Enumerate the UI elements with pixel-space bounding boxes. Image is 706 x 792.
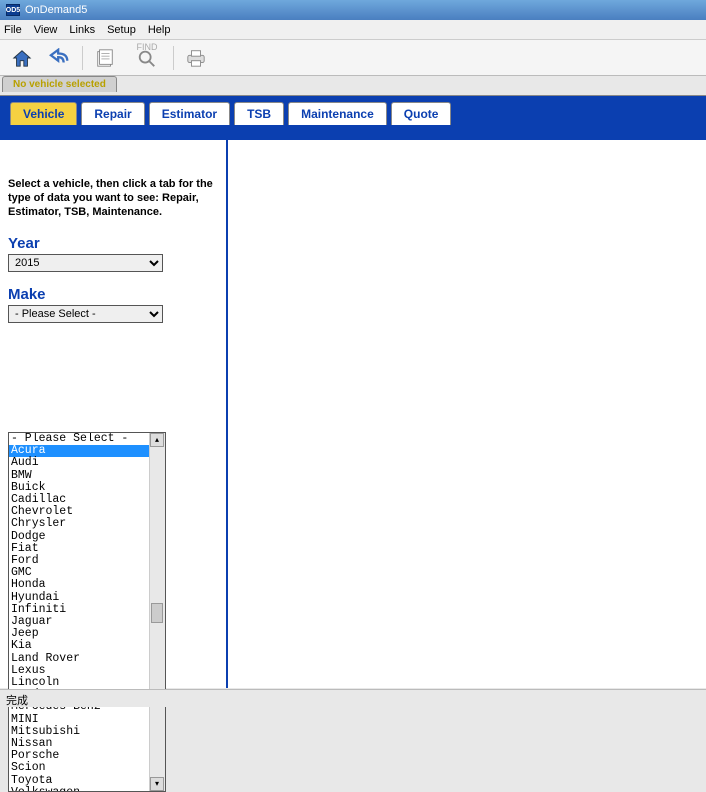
tab-bar: Vehicle Repair Estimator TSB Maintenance… [0, 96, 706, 130]
tab-vehicle[interactable]: Vehicle [10, 102, 77, 125]
menu-setup[interactable]: Setup [107, 24, 136, 36]
tab-estimator[interactable]: Estimator [149, 102, 230, 125]
scroll-down-button[interactable]: ▾ [150, 777, 164, 791]
notes-icon [94, 48, 116, 68]
back-button[interactable] [44, 44, 76, 72]
make-label: Make [8, 286, 218, 303]
menu-file[interactable]: File [4, 24, 22, 36]
status-text: 完成 [6, 695, 28, 707]
title-bar: OD5 OnDemand5 [0, 0, 706, 20]
list-item[interactable]: Porsche [9, 750, 149, 762]
scroll-thumb[interactable] [151, 603, 163, 623]
tab-maintenance[interactable]: Maintenance [288, 102, 387, 125]
year-select[interactable]: 2015 [8, 254, 163, 272]
notes-button[interactable] [89, 44, 121, 72]
toolbar-divider [173, 46, 174, 70]
make-select[interactable]: - Please Select - [8, 305, 163, 323]
list-item[interactable]: MINI [9, 714, 149, 726]
list-item[interactable]: Audi [9, 457, 149, 469]
tab-quote[interactable]: Quote [391, 102, 452, 125]
vehicle-selector-pane: Select a vehicle, then click a tab for t… [0, 140, 228, 688]
list-item[interactable]: Mitsubishi [9, 726, 149, 738]
menu-links[interactable]: Links [69, 24, 95, 36]
scrollbar[interactable]: ▴ ▾ [149, 433, 165, 791]
menu-bar: File View Links Setup Help [0, 20, 706, 40]
list-item[interactable]: Nissan [9, 738, 149, 750]
home-icon [11, 48, 33, 68]
app-icon: OD5 [6, 4, 20, 16]
list-item[interactable]: Scion [9, 762, 149, 774]
list-item[interactable]: Hyundai [9, 592, 149, 604]
list-item[interactable]: Volkswagen [9, 787, 149, 791]
printer-icon [184, 48, 208, 68]
find-label: FIND [137, 42, 158, 52]
back-arrow-icon [49, 48, 71, 68]
vehicle-status-bar: No vehicle selected [0, 76, 706, 96]
main-content: Select a vehicle, then click a tab for t… [0, 140, 706, 688]
menu-view[interactable]: View [34, 24, 58, 36]
find-button[interactable]: FIND [127, 44, 167, 72]
window-title: OnDemand5 [25, 4, 87, 16]
scroll-up-button[interactable]: ▴ [150, 433, 164, 447]
home-button[interactable] [6, 44, 38, 72]
list-item[interactable]: Kia [9, 640, 149, 652]
intro-text: Select a vehicle, then click a tab for t… [8, 178, 218, 219]
tab-strip [0, 130, 706, 140]
make-listbox[interactable]: - Please Select -AcuraAudiBMWBuickCadill… [8, 432, 166, 792]
list-item[interactable]: BMW [9, 470, 149, 482]
tab-tsb[interactable]: TSB [234, 102, 284, 125]
print-button[interactable] [180, 44, 212, 72]
content-pane [228, 140, 706, 688]
list-item[interactable]: Dodge [9, 531, 149, 543]
list-item[interactable]: Chrysler [9, 518, 149, 530]
list-item[interactable]: Toyota [9, 775, 149, 787]
year-label: Year [8, 235, 218, 252]
menu-help[interactable]: Help [148, 24, 171, 36]
list-item[interactable]: Honda [9, 579, 149, 591]
status-bar: 完成 [0, 689, 706, 707]
toolbar-divider [82, 46, 83, 70]
toolbar: FIND [0, 40, 706, 76]
vehicle-status-tab: No vehicle selected [2, 76, 117, 92]
tab-repair[interactable]: Repair [81, 102, 144, 125]
